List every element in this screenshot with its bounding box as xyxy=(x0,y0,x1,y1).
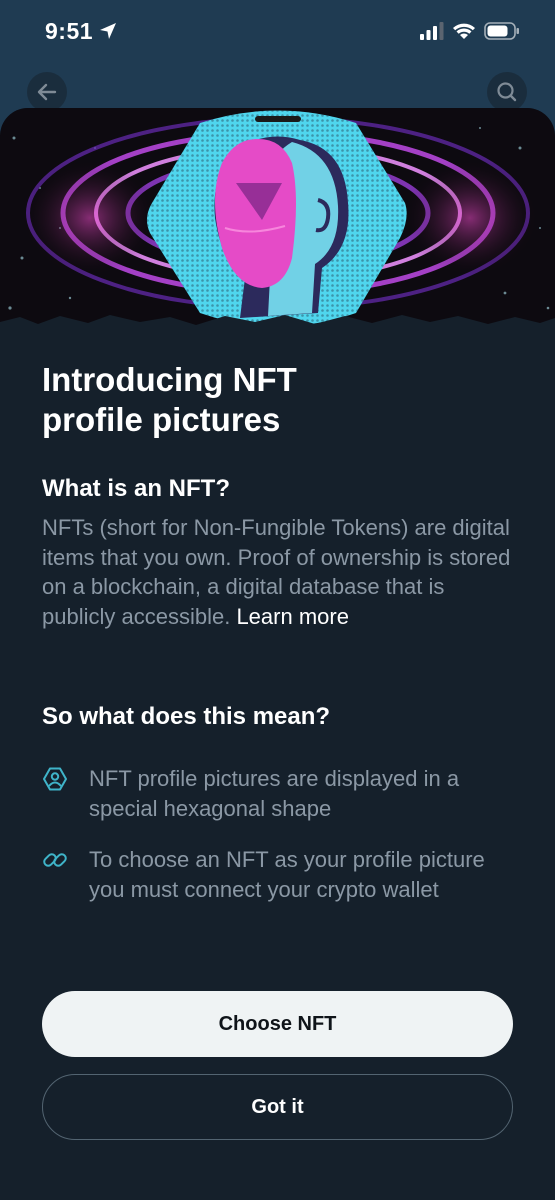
back-button[interactable] xyxy=(27,72,67,112)
bullet-text: To choose an NFT as your profile picture… xyxy=(89,847,485,902)
battery-icon xyxy=(484,22,519,40)
location-arrow-icon xyxy=(100,23,116,39)
what-is-nft-description: NFTs (short for Non-Fungible Tokens) are… xyxy=(42,513,517,631)
bullet-text: NFT profile pictures are displayed in a … xyxy=(89,766,460,821)
title-line-1: Introducing NFT xyxy=(42,361,297,398)
choose-nft-button[interactable]: Choose NFT xyxy=(42,991,513,1057)
nft-hero-illustration xyxy=(0,108,555,334)
arrow-left-icon xyxy=(37,83,57,101)
page-title: Introducing NFT profile pictures xyxy=(42,360,512,440)
nft-intro-sheet: Introducing NFT profile pictures What is… xyxy=(0,108,555,1200)
got-it-button[interactable]: Got it xyxy=(42,1074,513,1140)
title-line-2: profile pictures xyxy=(42,401,281,438)
status-bar: 9:51 xyxy=(0,0,555,64)
wifi-icon xyxy=(453,23,475,39)
what-does-this-mean-heading: So what does this mean? xyxy=(42,703,331,730)
learn-more-link[interactable]: Learn more xyxy=(236,604,349,629)
search-button[interactable] xyxy=(487,72,527,112)
sheet-grabber[interactable] xyxy=(255,116,301,122)
screen: 9:51 Introducing NFT profile pictures Wh… xyxy=(0,0,555,1200)
what-is-nft-heading: What is an NFT? xyxy=(42,475,230,502)
search-icon xyxy=(497,82,517,102)
cellular-signal-icon xyxy=(420,22,444,40)
status-time: 9:51 xyxy=(45,18,94,44)
link-icon xyxy=(43,853,67,867)
hexagon-user-icon xyxy=(43,767,67,791)
